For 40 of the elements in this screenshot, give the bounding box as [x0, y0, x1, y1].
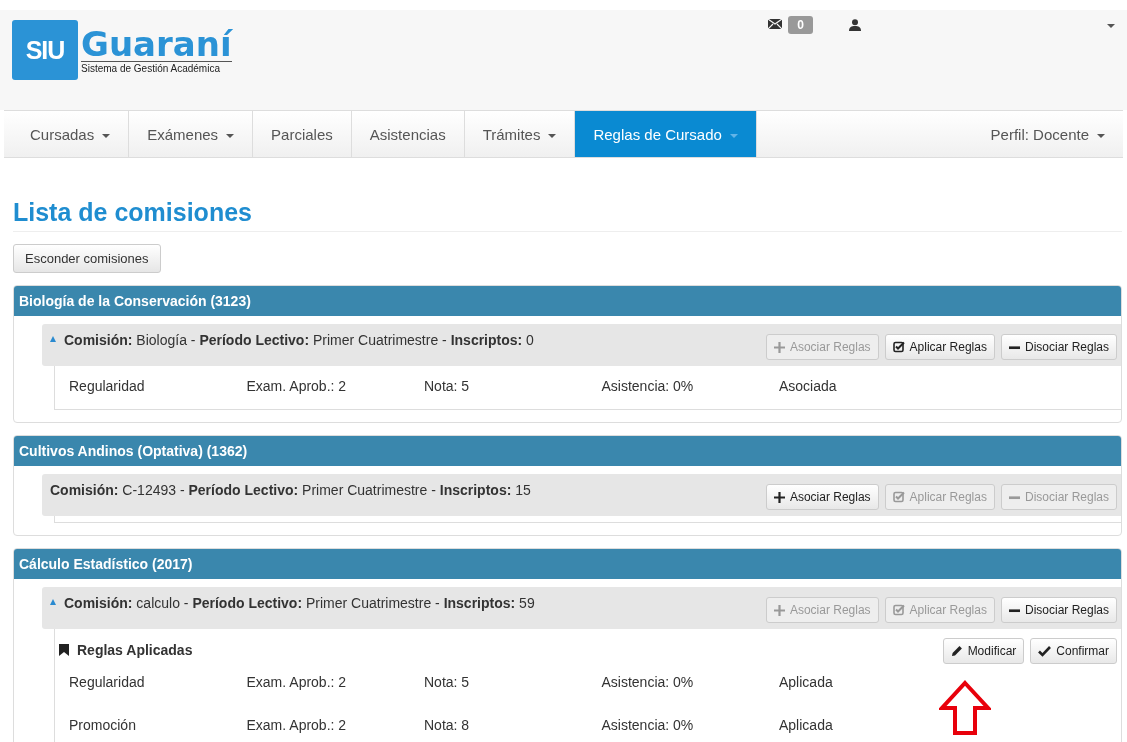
commission-info: Comisión: calculo - Período Lectivo: Primer Cuatrimestre - Inscriptos: 59	[64, 594, 535, 611]
nav-tab[interactable]: Parciales	[253, 111, 352, 157]
rule-cell-text: Exam. Aprob.: 2	[246, 378, 348, 394]
logo-name: Guaraní	[81, 26, 232, 61]
subject-title: Cálculo Estadístico (2017)	[14, 549, 1121, 579]
rule-cell-text: Regularidad	[69, 674, 146, 690]
logo-tagline: Sistema de Gestión Académica	[81, 60, 232, 74]
rule-cell-text: Regularidad	[69, 378, 146, 394]
rules-button[interactable]: Asociar Reglas	[765, 484, 879, 510]
profile-menu[interactable]: Perfil: Docente	[972, 111, 1123, 157]
rule-cell-text: Nota: 5	[424, 378, 471, 394]
nav-tab[interactable]: Exámenes	[129, 111, 254, 157]
rules-button[interactable]: Aplicar Reglas	[884, 334, 995, 360]
commission-info: Comisión: Biología - Período Lectivo: Primer Cuatrimestre - Inscriptos: 0	[64, 331, 534, 348]
rule-cell-text: Aplicada	[779, 674, 834, 690]
commission-info: Comisión: C-12493 - Período Lectivo: Primer Cuatrimestre - Inscriptos: 15	[50, 481, 531, 498]
rules-button[interactable]: Disociar Reglas	[1000, 334, 1117, 360]
rule-action-button[interactable]: Confirmar	[1030, 638, 1117, 664]
rule-cell-text: Promoción	[69, 717, 137, 733]
page-title: Lista de comisiones	[13, 198, 1122, 232]
rule-cell-text: Aplicada	[779, 717, 834, 733]
nav-tab[interactable]: Asistencias	[351, 111, 465, 157]
message-count-badge: 0	[788, 16, 813, 34]
rules-heading: Reglas Aplicadas	[77, 641, 193, 658]
nav-tab[interactable]: Cursadas	[4, 111, 130, 157]
subject-title: Cultivos Andinos (Optativa) (1362)	[14, 436, 1121, 466]
rule-cell-text: Asociada	[779, 378, 838, 394]
rule-cell-text: Asistencia: 0%	[601, 378, 695, 394]
rule-cell-text: Exam. Aprob.: 2	[246, 717, 348, 733]
rule-cell-text: Nota: 5	[424, 674, 471, 690]
rule-cell-text: Exam. Aprob.: 2	[246, 674, 348, 690]
logo-mark: SIU	[12, 20, 78, 80]
rule-action-button[interactable]: Modificar	[942, 638, 1025, 664]
rule-cell-text: Asistencia: 0%	[601, 674, 695, 690]
subject-title: Biología de la Conservación (3123)	[14, 286, 1121, 316]
rules-button[interactable]: Disociar Reglas	[1000, 597, 1117, 623]
rule-cell-text: Asistencia: 0%	[601, 717, 695, 733]
rule-cell-text: Nota: 8	[424, 717, 471, 733]
hide-commissions-button[interactable]: Esconder comisiones	[13, 244, 161, 273]
nav-tab[interactable]: Reglas de Cursado	[575, 111, 757, 157]
